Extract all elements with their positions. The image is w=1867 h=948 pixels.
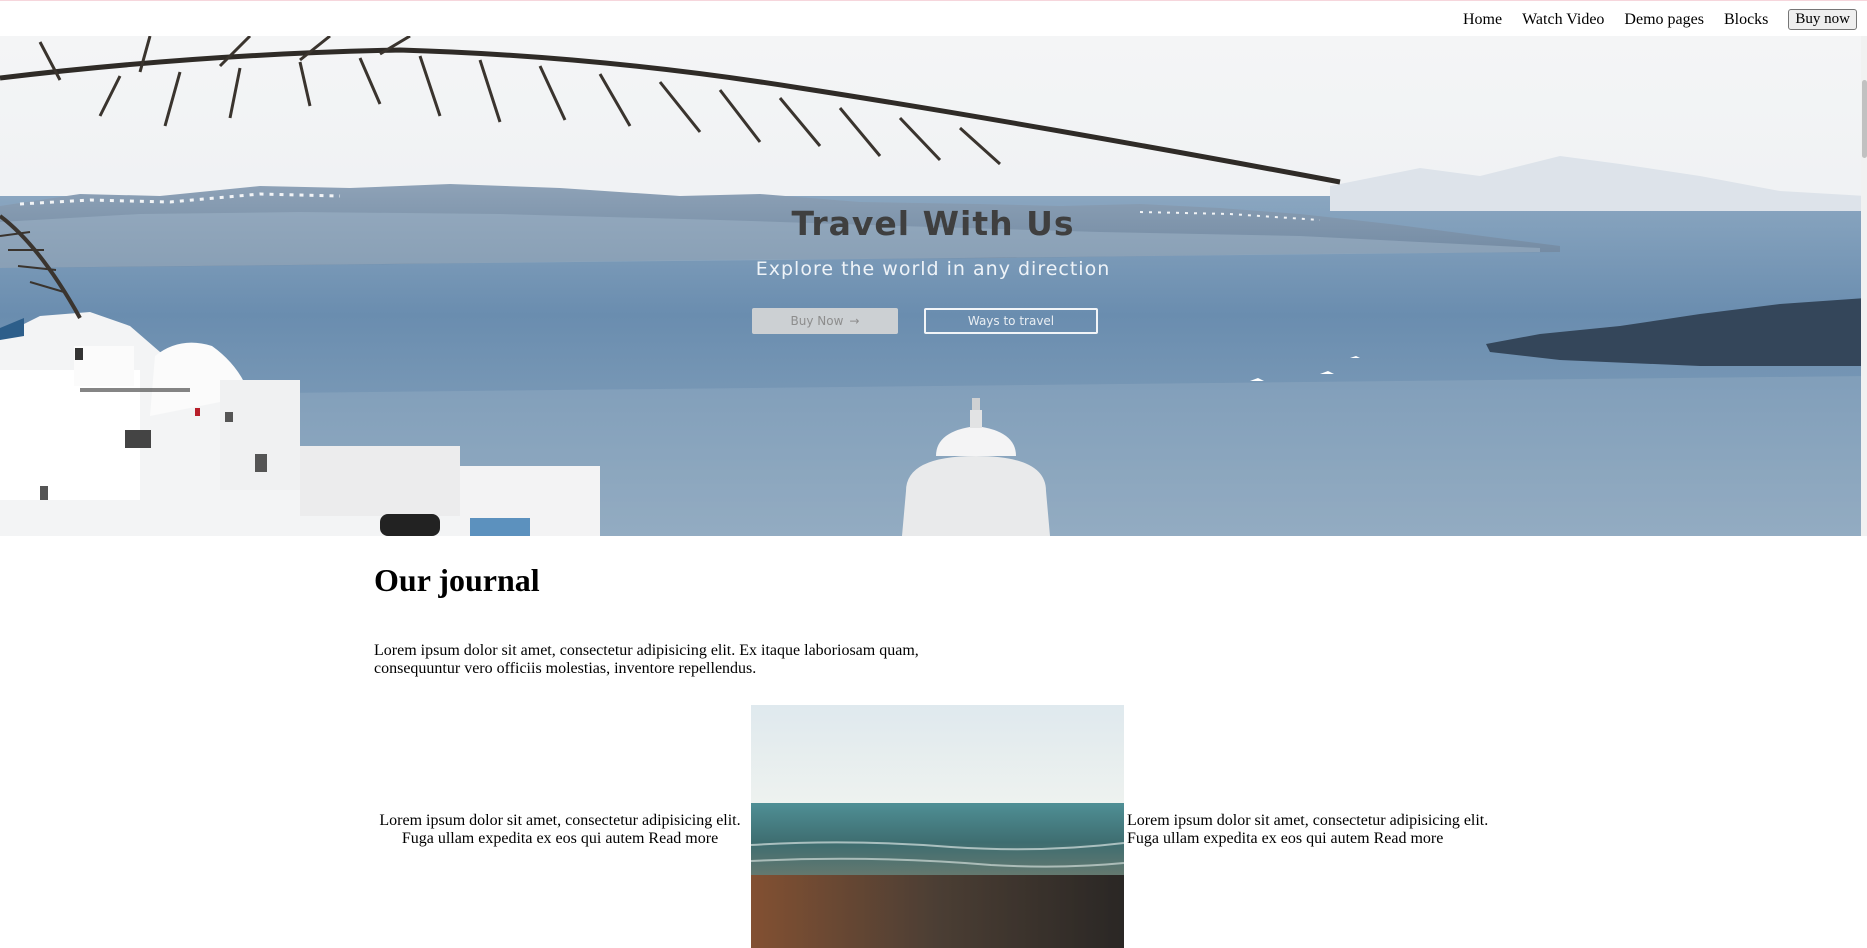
read-more-link[interactable]: Read more: [1374, 830, 1444, 847]
hero-subtitle: Explore the world in any direction: [755, 258, 1111, 280]
nav-demo-pages-link[interactable]: Demo pages: [1624, 11, 1704, 29]
scrollbar-thumb[interactable]: [1862, 80, 1867, 158]
journal-intro: Lorem ipsum dolor sit amet, consectetur …: [374, 642, 919, 677]
page: Home Watch Video Demo pages Blocks Buy n…: [0, 0, 1867, 948]
beach-photo: [751, 705, 1124, 948]
nav-watch-video-link[interactable]: Watch Video: [1522, 11, 1604, 29]
nav-blocks-link[interactable]: Blocks: [1724, 11, 1768, 29]
top-nav: Home Watch Video Demo pages Blocks Buy n…: [1463, 9, 1857, 30]
journal-card-right: Lorem ipsum dolor sit amet, consectetur …: [1127, 812, 1499, 848]
top-divider: [0, 0, 1867, 1]
read-more-link[interactable]: Read more: [648, 830, 718, 847]
hero-title: Travel With Us: [791, 204, 1075, 243]
hero-banner: Travel With Us Explore the world in any …: [0, 36, 1866, 536]
hero-buy-now-button[interactable]: Buy Now →: [752, 308, 898, 334]
hero-background-image: [0, 36, 1866, 536]
hero-buy-now-label: Buy Now: [790, 314, 844, 328]
arrow-right-icon: →: [849, 314, 860, 328]
buy-now-button[interactable]: Buy now: [1788, 9, 1857, 30]
nav-home-link[interactable]: Home: [1463, 11, 1502, 29]
journal-title: Our journal: [374, 562, 540, 598]
journal-card-left: Lorem ipsum dolor sit amet, consectetur …: [374, 812, 746, 848]
scrollbar-track[interactable]: [1861, 36, 1867, 536]
journal-card-image: [751, 705, 1124, 948]
hero-ways-to-travel-button[interactable]: Ways to travel: [924, 308, 1098, 334]
